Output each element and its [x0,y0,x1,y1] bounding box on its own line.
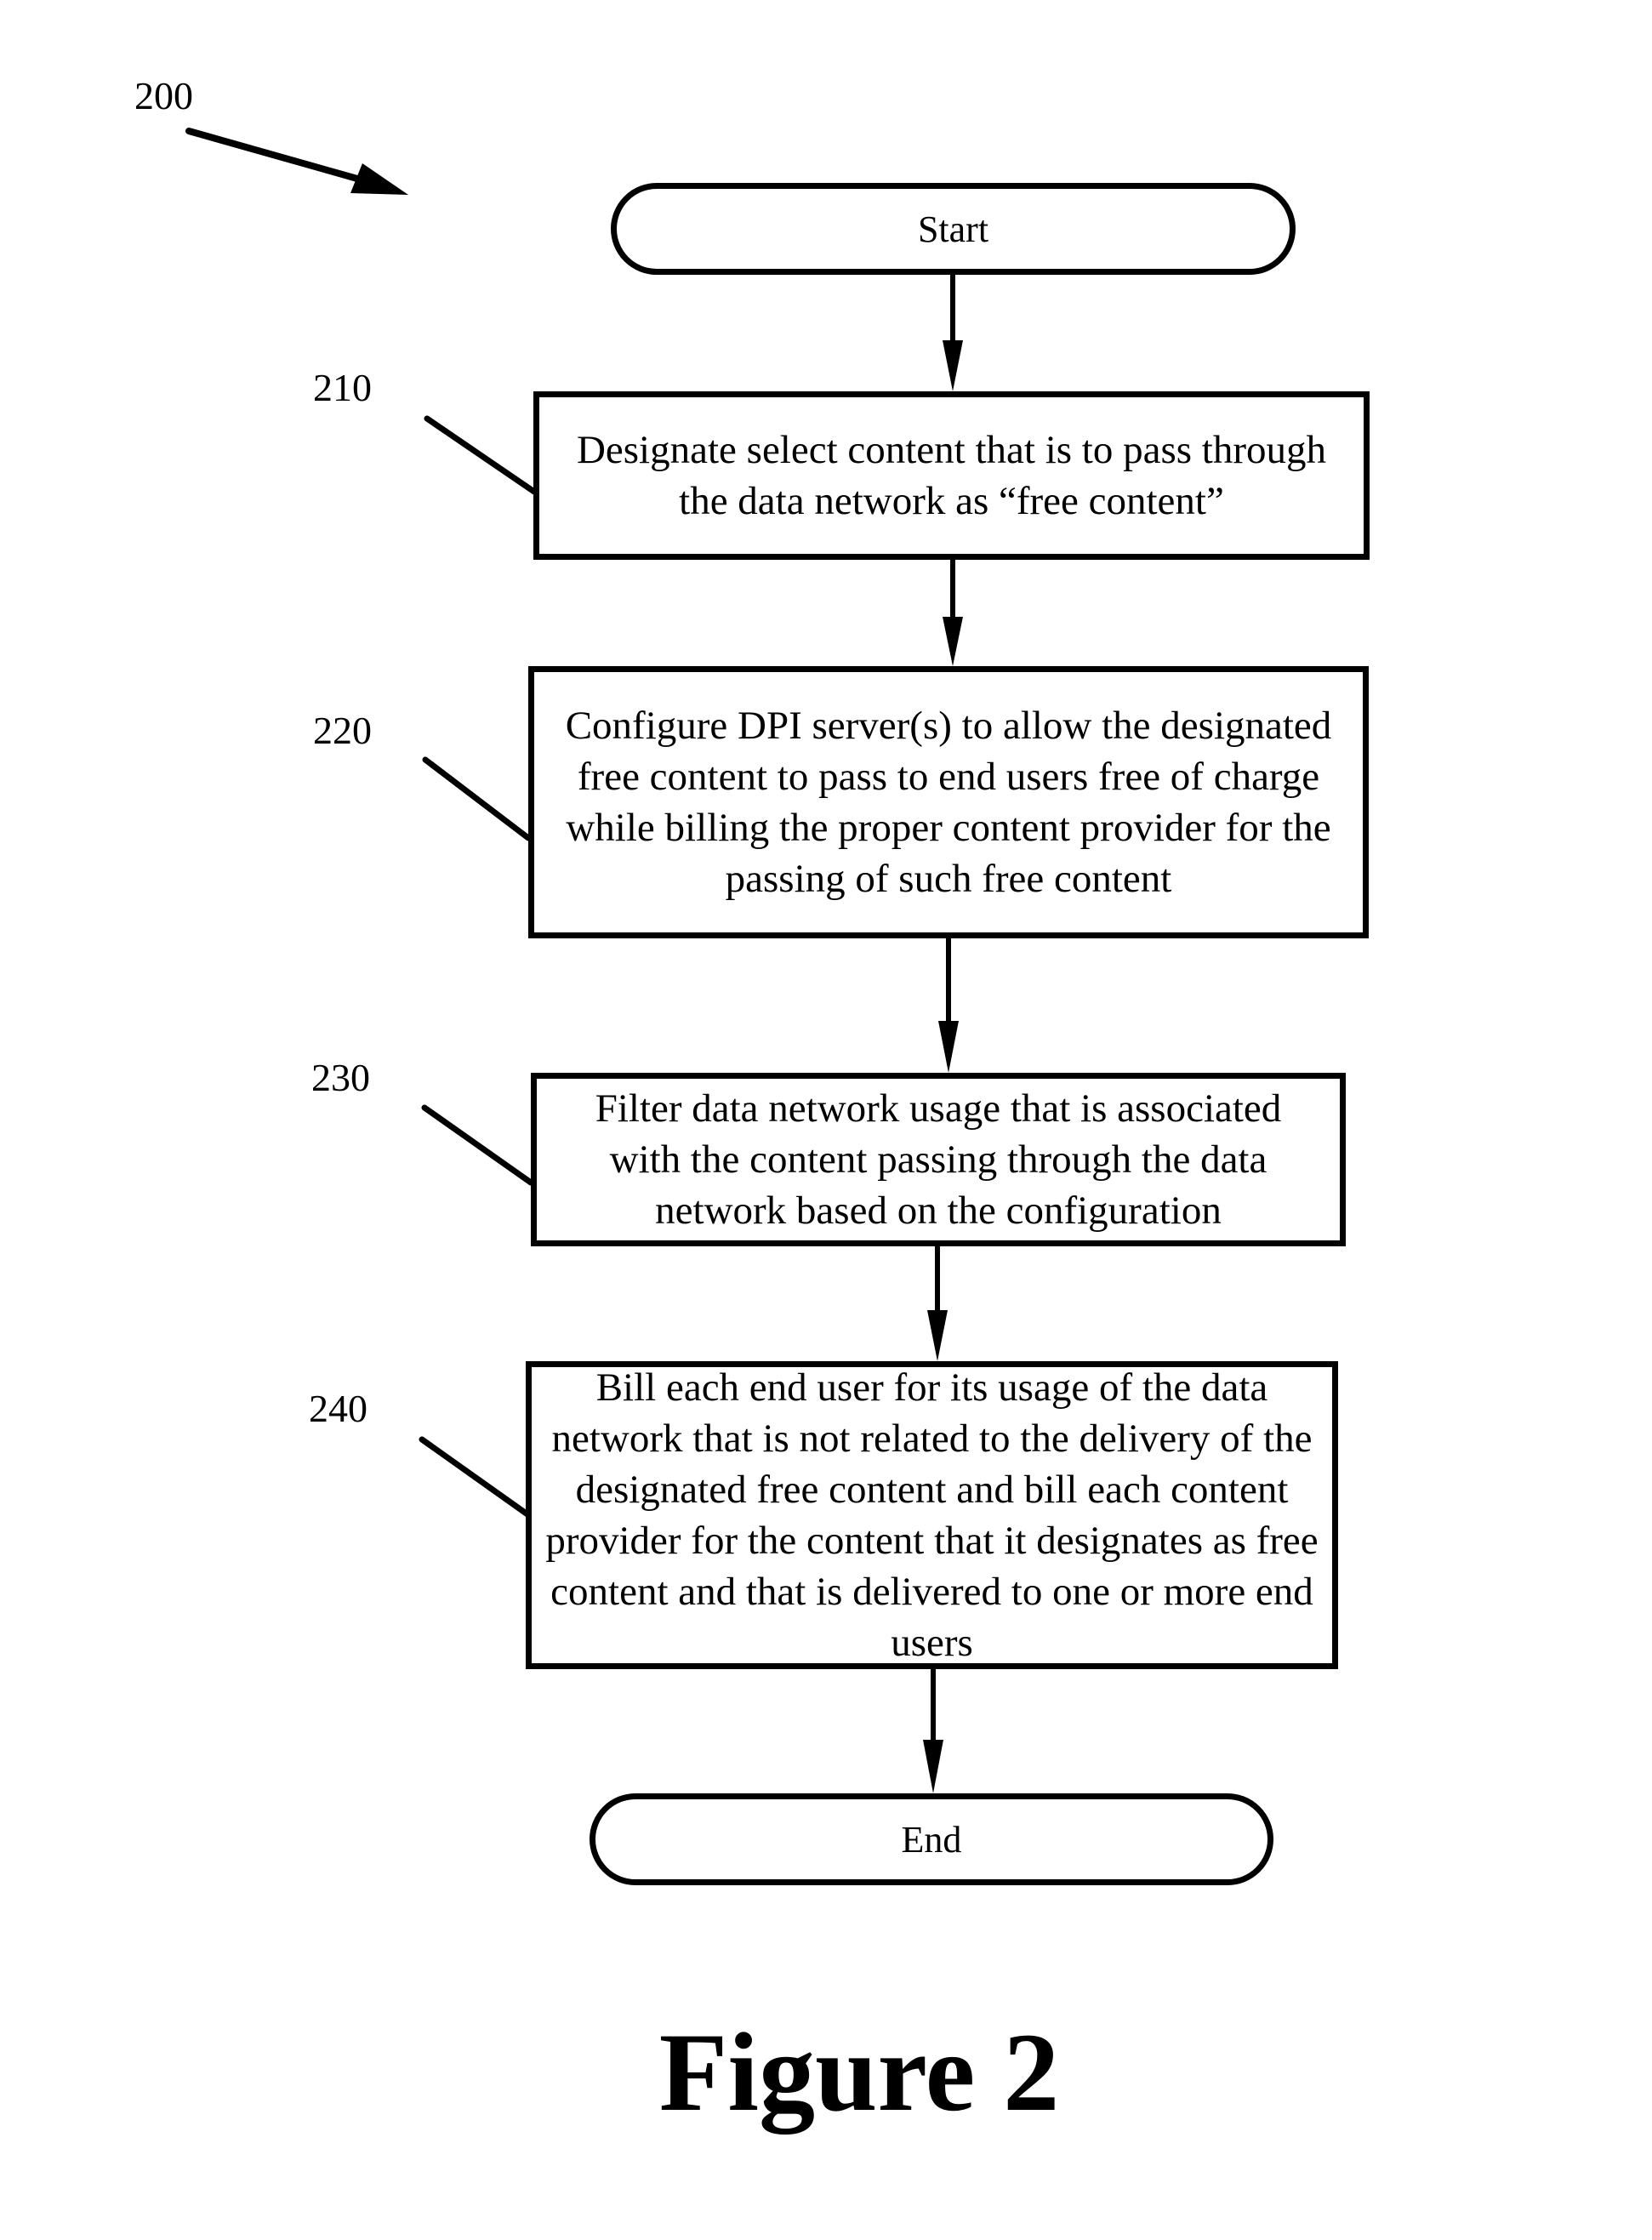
end-terminal: End [590,1793,1273,1885]
start-label: Start [917,208,989,250]
figure-reference-arrow [185,128,361,182]
flow-arrow-230-to-240 [927,1246,948,1361]
leader-line-210 [424,415,538,495]
flow-arrow-210-to-220 [943,560,963,666]
start-terminal: Start [611,183,1296,275]
flow-arrow-start-to-210 [943,275,963,391]
figure-reference-arrowhead [350,163,408,195]
step-ref-220: 220 [313,709,372,752]
figure-reference-number: 200 [134,74,193,117]
step-ref-210: 210 [313,366,372,409]
step-text-230: Filter data network usage that is associ… [595,1086,1282,1233]
step-text-210: Designate select content that is to pass… [576,428,1327,523]
end-label: End [901,1818,962,1861]
leader-line-230 [421,1104,534,1186]
leader-line-240 [419,1436,531,1518]
flow-arrow-240-to-end [923,1669,943,1793]
step-box-210: Designate select content that is to pass… [533,391,1370,560]
step-text-220: Configure DPI server(s) to allow the des… [565,704,1332,901]
step-ref-240: 240 [309,1387,367,1430]
step-box-230: Filter data network usage that is associ… [531,1073,1346,1246]
leader-line-220 [422,756,532,841]
figure-caption: Figure 2 [658,2009,1060,2135]
step-ref-230: 230 [311,1056,370,1099]
step-box-220: Configure DPI server(s) to allow the des… [528,666,1369,938]
step-text-240: Bill each end user for its usage of the … [545,1365,1319,1665]
flow-arrow-220-to-230 [938,938,959,1073]
step-box-240: Bill each end user for its usage of the … [526,1361,1338,1669]
